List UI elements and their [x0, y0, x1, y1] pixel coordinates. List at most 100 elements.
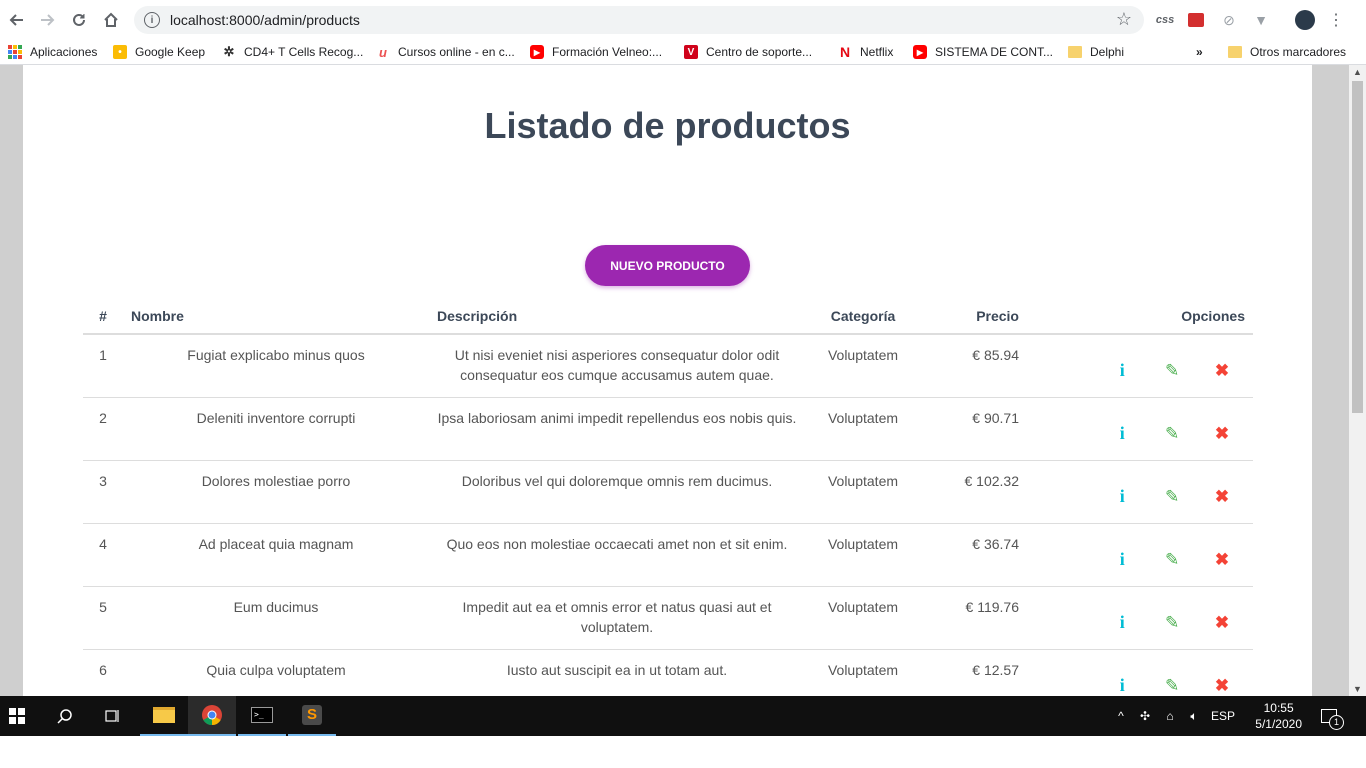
edit-icon[interactable]: ✎ — [1159, 547, 1185, 573]
css-extension-label: css — [1155, 14, 1175, 26]
url-text: localhost:8000/admin/products — [170, 12, 360, 28]
product-category: Voluptatem — [805, 334, 921, 398]
language-indicator[interactable]: ESP — [1210, 696, 1236, 736]
row-actions: i ✎ ✖ — [1027, 586, 1253, 650]
edit-icon[interactable]: ✎ — [1159, 484, 1185, 510]
product-price: € 90.71 — [921, 397, 1027, 461]
bookmark-star-icon[interactable]: ☆ — [1116, 9, 1132, 30]
red-extension-icon[interactable] — [1187, 10, 1205, 30]
volume-icon[interactable]: 🔈︎ — [1184, 696, 1204, 736]
back-arrow-icon[interactable] — [4, 8, 28, 32]
address-bar[interactable]: i localhost:8000/admin/products ☆ — [134, 6, 1144, 34]
sublime-text-icon[interactable]: S — [288, 696, 336, 736]
product-description: Iusto aut suscipit ea in ut totam aut. — [429, 649, 805, 696]
delete-icon[interactable]: ✖ — [1209, 547, 1235, 573]
delete-icon[interactable]: ✖ — [1209, 673, 1235, 696]
column-header-options: Opciones — [1027, 299, 1253, 335]
table-row: 6 Quia culpa voluptatem Iusto aut suscip… — [83, 649, 1253, 696]
new-product-button[interactable]: NUEVO PRODUCTO — [585, 245, 750, 286]
product-id: 4 — [83, 523, 123, 587]
delete-icon[interactable]: ✖ — [1209, 610, 1235, 636]
info-icon[interactable]: i — [1109, 357, 1135, 383]
scrollbar-thumb[interactable] — [1352, 81, 1363, 413]
product-category: Voluptatem — [805, 523, 921, 587]
bookmark-apps[interactable]: Aplicaciones — [8, 43, 97, 61]
info-icon[interactable]: i — [1109, 672, 1135, 696]
product-price: € 102.32 — [921, 460, 1027, 524]
bookmark-delphi[interactable]: Delphi — [1068, 43, 1124, 61]
bookmarks-overflow-button[interactable]: » — [1196, 43, 1203, 61]
system-clock[interactable]: 10:55 5/1/2020 — [1255, 700, 1302, 732]
bookmark-velneo-youtube[interactable]: ▶ Formación Velneo:... — [530, 43, 662, 61]
product-description: Doloribus vel qui doloremque omnis rem d… — [429, 460, 805, 524]
terminal-icon[interactable]: >_ — [238, 696, 286, 736]
search-icon[interactable] — [48, 696, 82, 736]
page-title: Listado de productos — [484, 105, 851, 146]
column-header-description: Descripción — [429, 299, 805, 335]
bookmark-other[interactable]: Otros marcadores — [1228, 43, 1346, 61]
bookmark-sistema[interactable]: ▶ SISTEMA DE CONT... — [913, 43, 1053, 61]
product-category: Voluptatem — [805, 649, 921, 696]
task-view-icon[interactable] — [96, 696, 130, 736]
product-name: Fugiat explicabo minus quos — [123, 334, 429, 398]
content-card: Listado de productos NUEVO PRODUCTO # No… — [23, 65, 1312, 696]
site-info-icon[interactable]: i — [144, 12, 160, 28]
bookmark-netflix[interactable]: N Netflix — [838, 43, 893, 61]
info-icon[interactable]: i — [1109, 609, 1135, 635]
css-extension-icon[interactable]: css — [1156, 10, 1174, 30]
product-description: Ipsa laboriosam animi impedit repellendu… — [429, 397, 805, 461]
vue-extension-icon[interactable]: ▼ — [1252, 10, 1270, 30]
overflow-chevron-icon: » — [1196, 45, 1203, 59]
youtube-icon: ▶ — [913, 45, 927, 59]
scroll-up-arrow-icon[interactable]: ▲ — [1353, 67, 1362, 77]
udemy-icon: u — [379, 44, 387, 60]
product-id: 5 — [83, 586, 123, 650]
product-id: 3 — [83, 460, 123, 524]
delete-icon[interactable]: ✖ — [1209, 484, 1235, 510]
products-table: # Nombre Descripción Categoría Precio Op… — [83, 299, 1253, 696]
page-scrollbar[interactable]: ▲ ▼ — [1349, 65, 1366, 696]
info-icon[interactable]: i — [1109, 546, 1135, 572]
table-header-row: # Nombre Descripción Categoría Precio Op… — [83, 299, 1253, 335]
profile-avatar[interactable] — [1294, 10, 1316, 30]
notification-count-badge: 1 — [1329, 715, 1344, 730]
info-icon[interactable]: i — [1109, 420, 1135, 446]
product-description: Ut nisi eveniet nisi asperiores consequa… — [429, 334, 805, 398]
browser-menu-icon[interactable]: ⋮ — [1328, 10, 1344, 30]
reload-icon[interactable] — [67, 8, 91, 32]
column-header-category: Categoría — [805, 299, 921, 335]
dropbox-icon[interactable]: ✣ — [1136, 696, 1154, 736]
delete-icon[interactable]: ✖ — [1209, 421, 1235, 447]
chrome-icon[interactable] — [188, 696, 236, 736]
bookmark-cd4[interactable]: ✲ CD4+ T Cells Recog... — [222, 43, 364, 61]
product-name: Deleniti inventore corrupti — [123, 397, 429, 461]
delete-icon[interactable]: ✖ — [1209, 358, 1235, 384]
bookmark-label: SISTEMA DE CONT... — [935, 45, 1054, 59]
netflix-icon: N — [839, 44, 851, 60]
page-viewport: Listado de productos NUEVO PRODUCTO # No… — [0, 65, 1366, 696]
screen-bottom-strip — [0, 736, 1366, 768]
velneo-icon: V — [684, 45, 698, 59]
info-icon[interactable]: i — [1109, 483, 1135, 509]
edit-icon[interactable]: ✎ — [1159, 610, 1185, 636]
product-price: € 12.57 — [921, 649, 1027, 696]
bookmark-google-keep[interactable]: • Google Keep — [113, 43, 205, 61]
eye-slash-extension-icon[interactable]: ⊘ — [1220, 10, 1238, 30]
row-actions: i ✎ ✖ — [1027, 523, 1253, 587]
notifications-icon[interactable]: 1 — [1316, 696, 1344, 736]
home-icon[interactable] — [99, 8, 123, 32]
product-name: Quia culpa voluptatem — [123, 649, 429, 696]
forward-arrow-icon[interactable] — [36, 8, 60, 32]
browser-toolbar: i localhost:8000/admin/products ☆ css ⊘ … — [0, 0, 1366, 40]
product-category: Voluptatem — [805, 460, 921, 524]
tray-expand-icon[interactable]: ^ — [1112, 696, 1130, 736]
edit-icon[interactable]: ✎ — [1159, 421, 1185, 447]
windows-start-icon[interactable] — [0, 696, 34, 736]
file-explorer-icon[interactable] — [140, 696, 188, 736]
edit-icon[interactable]: ✎ — [1159, 673, 1185, 696]
scroll-down-arrow-icon[interactable]: ▼ — [1353, 684, 1362, 694]
bookmark-soporte[interactable]: V Centro de soporte... — [684, 43, 812, 61]
edit-icon[interactable]: ✎ — [1159, 358, 1185, 384]
network-icon[interactable]: ⌂ — [1160, 696, 1180, 736]
bookmark-cursos[interactable]: u Cursos online - en c... — [376, 43, 515, 61]
